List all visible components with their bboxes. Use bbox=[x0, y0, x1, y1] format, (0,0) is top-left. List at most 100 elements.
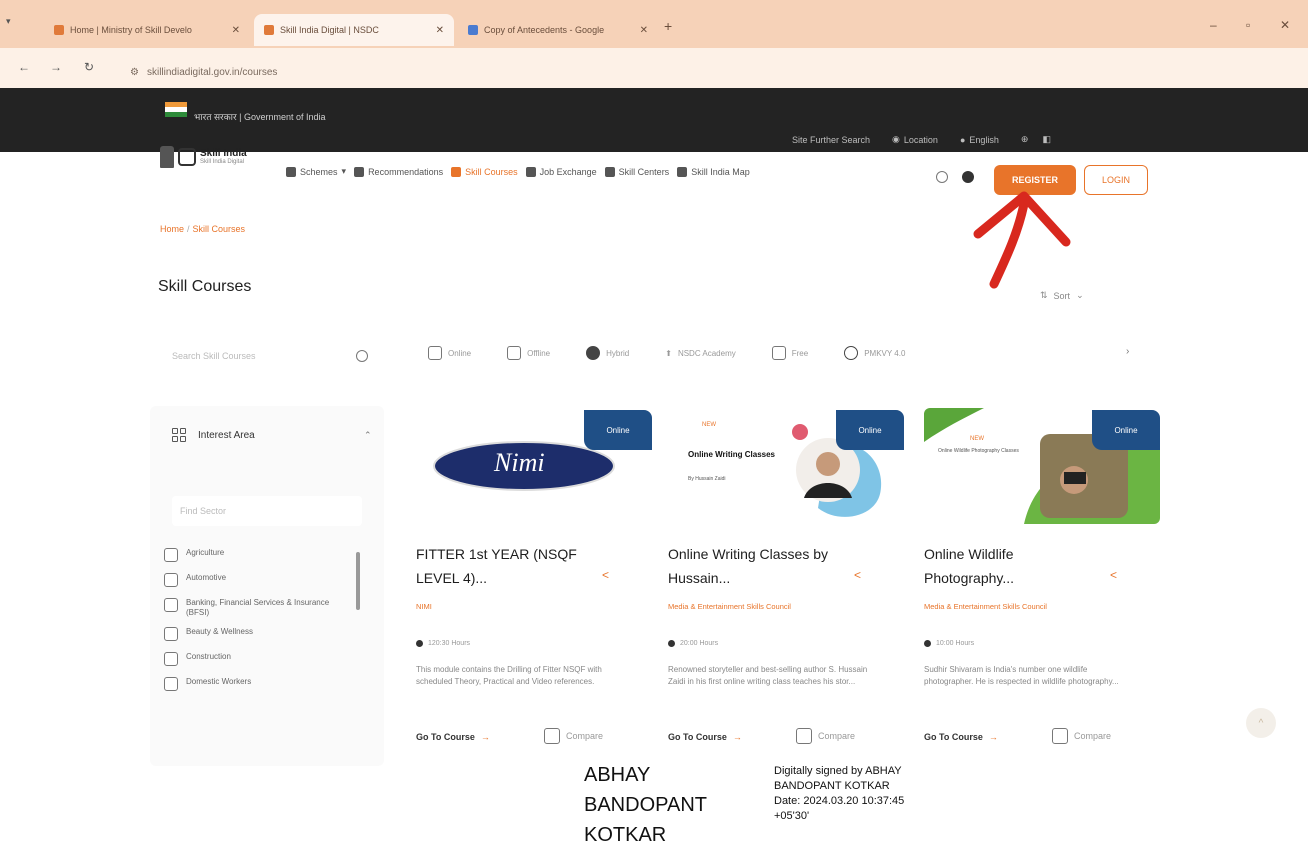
forward-icon[interactable]: → bbox=[50, 60, 62, 74]
share-icon[interactable]: < bbox=[602, 568, 609, 582]
checkbox[interactable] bbox=[164, 652, 178, 666]
sort-icon: ⇅ bbox=[1040, 290, 1048, 300]
signer-name: ABHAY BANDOPANT KOTKAR bbox=[584, 760, 707, 846]
search-icon[interactable] bbox=[356, 350, 368, 362]
chip-free[interactable]: Free bbox=[771, 346, 808, 360]
sector-option[interactable]: Domestic Workers bbox=[164, 677, 354, 693]
checkbox[interactable] bbox=[164, 627, 178, 641]
checkbox[interactable] bbox=[544, 728, 560, 744]
classroom-icon bbox=[507, 346, 522, 360]
mode-badge: Online bbox=[836, 410, 904, 450]
checkbox[interactable] bbox=[164, 573, 178, 587]
back-icon[interactable]: ← bbox=[18, 60, 30, 74]
compare-label: Compare bbox=[566, 731, 604, 741]
compare-toggle[interactable]: Compare bbox=[796, 728, 855, 744]
accessibility-icon[interactable]: ⊕ bbox=[1021, 134, 1029, 145]
docs-favicon-icon bbox=[468, 25, 478, 35]
india-flag-icon bbox=[165, 102, 187, 117]
course-card: Nimi Online FITTER 1st YEAR (NSQF LEVEL … bbox=[416, 408, 652, 760]
site-search-link[interactable]: Site Further Search bbox=[792, 135, 870, 145]
contrast-icon[interactable]: ◧ bbox=[1042, 134, 1051, 145]
sector-list: Agriculture Automotive Banking, Financia… bbox=[164, 548, 354, 702]
course-thumbnail[interactable]: Nimi Online bbox=[416, 408, 652, 524]
interest-area-header[interactable]: Interest Area bbox=[172, 428, 255, 442]
go-to-course-link[interactable]: Go To Course → bbox=[924, 732, 998, 742]
digital-signature-details: Digitally signed by ABHAY BANDOPANT KOTK… bbox=[774, 764, 974, 824]
course-duration: 20:00 Hours bbox=[668, 640, 718, 647]
checkbox[interactable] bbox=[164, 598, 178, 612]
course-search-input[interactable]: Search Skill Courses bbox=[160, 340, 380, 372]
chip-hybrid[interactable]: Hybrid bbox=[586, 346, 629, 360]
checkbox[interactable] bbox=[164, 548, 178, 562]
sector-option[interactable]: Banking, Financial Services & Insurance … bbox=[164, 598, 354, 618]
nav-skill-india-map[interactable]: Skill India Map bbox=[677, 166, 750, 177]
sector-option[interactable]: Construction bbox=[164, 652, 354, 668]
compare-toggle[interactable]: Compare bbox=[544, 728, 603, 744]
sector-option[interactable]: Beauty & Wellness bbox=[164, 627, 354, 643]
nav-label: Job Exchange bbox=[539, 166, 597, 177]
share-icon[interactable]: < bbox=[1110, 568, 1117, 582]
chip-online[interactable]: Online bbox=[428, 346, 471, 360]
sector-option[interactable]: Automotive bbox=[164, 573, 354, 589]
location-selector[interactable]: Location bbox=[904, 135, 938, 145]
sector-option[interactable]: Agriculture bbox=[164, 548, 354, 564]
login-button[interactable]: LOGIN bbox=[1084, 165, 1148, 195]
tab-title: Skill India Digital | NSDC bbox=[280, 25, 379, 35]
share-icon[interactable]: < bbox=[854, 568, 861, 582]
chip-label: NSDC Academy bbox=[677, 348, 736, 358]
chip-offline[interactable]: Offline bbox=[507, 346, 550, 360]
search-icon[interactable] bbox=[936, 171, 948, 183]
breadcrumb-home-link[interactable]: Home bbox=[160, 224, 184, 234]
chip-pmkvy[interactable]: PMKVY 4.0 bbox=[844, 346, 905, 360]
course-thumbnail[interactable]: NEW Online Wildlife Photography Classes … bbox=[924, 408, 1160, 524]
course-title[interactable]: FITTER 1st YEAR (NSQF LEVEL 4)... bbox=[416, 542, 596, 590]
skill-india-logo[interactable]: Skill India Skill India Digital bbox=[160, 146, 247, 168]
chip-nsdc-academy[interactable]: ⬆ NSDC Academy bbox=[665, 349, 736, 358]
nav-recommendations[interactable]: Recommendations bbox=[354, 166, 443, 177]
help-icon[interactable] bbox=[962, 171, 974, 183]
main-nav: Schemes ▾ Recommendations Skill Courses J… bbox=[286, 166, 750, 177]
go-label: Go To Course bbox=[668, 732, 727, 742]
browser-tab[interactable]: Home | Ministry of Skill Develo ✕ bbox=[44, 14, 250, 46]
tab-list-button[interactable]: ▾ bbox=[6, 16, 20, 30]
chevron-right-icon[interactable]: › bbox=[1126, 346, 1129, 357]
course-thumbnail[interactable]: NEW Online Writing Classes By Hussain Za… bbox=[668, 408, 904, 524]
find-sector-input[interactable]: Find Sector bbox=[172, 496, 362, 526]
browser-tab-active[interactable]: Skill India Digital | NSDC ✕ bbox=[254, 14, 454, 46]
go-to-course-link[interactable]: Go To Course → bbox=[416, 732, 490, 742]
scroll-to-top-button[interactable]: ^ bbox=[1246, 708, 1276, 738]
site-favicon-icon bbox=[264, 25, 274, 35]
close-tab-icon[interactable]: ✕ bbox=[232, 25, 240, 36]
course-title[interactable]: Online Writing Classes by Hussain... bbox=[668, 542, 848, 590]
language-selector[interactable]: English bbox=[969, 135, 999, 145]
page-title: Skill Courses bbox=[158, 278, 252, 295]
url-field[interactable]: ⚙ skillindiadigital.gov.in/courses bbox=[130, 62, 1170, 82]
checkbox[interactable] bbox=[164, 677, 178, 691]
chevron-down-icon: ⌄ bbox=[1076, 290, 1084, 300]
reload-icon[interactable]: ↻ bbox=[84, 60, 94, 74]
nav-schemes[interactable]: Schemes ▾ bbox=[286, 166, 346, 177]
nav-label: Skill Courses bbox=[465, 166, 518, 177]
browser-tab[interactable]: Copy of Antecedents - Google ✕ bbox=[458, 14, 658, 46]
national-emblem-icon bbox=[160, 146, 174, 168]
maximize-icon[interactable]: ▫ bbox=[1246, 18, 1250, 32]
course-title[interactable]: Online Wildlife Photography... bbox=[924, 542, 1104, 590]
close-tab-icon[interactable]: ✕ bbox=[640, 25, 648, 36]
new-tab-icon[interactable]: + bbox=[664, 18, 672, 34]
checkbox[interactable] bbox=[796, 728, 812, 744]
close-window-icon[interactable]: ✕ bbox=[1280, 18, 1290, 32]
red-arrow-annotation bbox=[973, 191, 1071, 289]
minimize-icon[interactable]: – bbox=[1210, 18, 1217, 32]
nav-skill-centers[interactable]: Skill Centers bbox=[604, 166, 669, 177]
nav-skill-courses[interactable]: Skill Courses bbox=[451, 166, 518, 177]
chip-label: Hybrid bbox=[606, 348, 630, 358]
nav-job-exchange[interactable]: Job Exchange bbox=[525, 166, 597, 177]
checkbox[interactable] bbox=[1052, 728, 1068, 744]
close-tab-icon[interactable]: ✕ bbox=[436, 25, 444, 36]
site-info-icon[interactable]: ⚙ bbox=[130, 67, 139, 78]
go-to-course-link[interactable]: Go To Course → bbox=[668, 732, 742, 742]
chevron-up-icon[interactable]: ⌃ bbox=[364, 430, 372, 441]
filter-scrollbar[interactable] bbox=[356, 552, 360, 610]
compare-toggle[interactable]: Compare bbox=[1052, 728, 1111, 744]
sort-dropdown[interactable]: ⇅ Sort ⌄ bbox=[1040, 290, 1084, 301]
